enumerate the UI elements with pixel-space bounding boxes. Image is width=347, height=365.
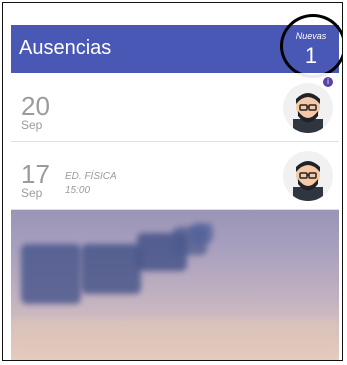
highlight-circle bbox=[280, 14, 342, 78]
person-avatar-icon bbox=[283, 83, 333, 133]
person-avatar-icon bbox=[283, 151, 333, 201]
info-icon[interactable]: i bbox=[323, 77, 333, 87]
month-label: Sep bbox=[21, 118, 43, 132]
redacted-block bbox=[57, 87, 193, 127]
month-label: Sep bbox=[21, 186, 43, 200]
subject-label: ED. FÍSICA bbox=[65, 171, 117, 182]
list-item[interactable]: 17 Sep ED. FÍSICA 15:00 bbox=[11, 141, 339, 210]
background-image bbox=[11, 209, 339, 360]
absence-list: 20 Sep i 17 Sep ED. FÍSICA 15:00 bbox=[11, 73, 339, 210]
page-title: Ausencias bbox=[19, 37, 112, 59]
list-item[interactable]: 20 Sep i bbox=[11, 73, 339, 142]
time-label: 15:00 bbox=[65, 185, 91, 196]
redacted-block bbox=[57, 151, 201, 165]
app-frame: Ausencias Nuevas 1 20 Sep i 17 Sep ED. F… bbox=[2, 2, 343, 361]
redacted-block bbox=[93, 185, 183, 197]
